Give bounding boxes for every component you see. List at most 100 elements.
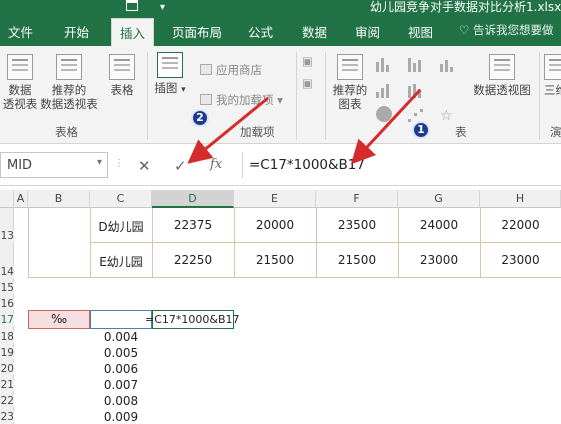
- illustrations-button[interactable]: 插图 ▾: [153, 52, 187, 97]
- column-chart-icon[interactable]: [376, 58, 394, 72]
- c-value-cell[interactable]: 0.005: [90, 346, 152, 360]
- value-cell[interactable]: 23000: [398, 253, 480, 267]
- more-options-icon[interactable]: ⋮: [114, 158, 124, 169]
- window-title: 幼儿园竞争对手数据对比分析1.xlsx: [370, 0, 561, 14]
- col-header-a[interactable]: A: [14, 190, 28, 208]
- cell-b17[interactable]: ‰: [28, 310, 90, 329]
- row-header-13[interactable]: 13: [0, 230, 14, 242]
- statistic-chart-icon[interactable]: [408, 84, 426, 98]
- cell-edit-d17[interactable]: =C17*1000&B17: [145, 310, 240, 329]
- combo-chart-icon[interactable]: ☆: [440, 108, 458, 124]
- row-header-21[interactable]: 21: [0, 379, 14, 391]
- row-header-15[interactable]: 15: [0, 282, 14, 294]
- save-icon[interactable]: [126, 0, 138, 11]
- ribbon-body: 数据 透视表 推荐的 数据透视表 表格 表格 插图 ▾ 应用商店 我的加载项 ▾…: [0, 46, 561, 144]
- group-tours-label: 演: [550, 125, 561, 139]
- value-cell[interactable]: 21500: [316, 253, 398, 267]
- group-divider: [296, 52, 297, 140]
- title-bar: ▾ 幼儿园竞争对手数据对比分析1.xlsx: [0, 0, 561, 14]
- col-header-d[interactable]: D: [152, 190, 234, 208]
- value-cell[interactable]: 22375: [152, 218, 234, 232]
- col-header-e[interactable]: E: [234, 190, 316, 208]
- pivot-chart-icon: [489, 54, 515, 80]
- value-cell[interactable]: 21500: [234, 253, 316, 267]
- insert-function-icon[interactable]: fx: [210, 157, 222, 172]
- pie-chart-icon[interactable]: [376, 106, 392, 122]
- value-cell[interactable]: 22250: [152, 253, 234, 267]
- col-header-f[interactable]: F: [316, 190, 398, 208]
- row-name-cell[interactable]: E幼儿园: [90, 253, 152, 270]
- app-store-button[interactable]: 应用商店: [200, 62, 262, 78]
- value-cell[interactable]: 23000: [480, 253, 561, 267]
- row-header-17[interactable]: 17: [0, 314, 14, 326]
- my-addins-button[interactable]: 我的加载项 ▾: [200, 92, 283, 108]
- customize-toolbar-icon[interactable]: ▾: [160, 2, 165, 13]
- row-header-22[interactable]: 22: [0, 395, 14, 407]
- tell-me-search[interactable]: ♡ 告诉我您想要做: [459, 22, 553, 38]
- cell-c17[interactable]: [90, 310, 152, 329]
- value-cell[interactable]: 22000: [480, 218, 561, 232]
- 3d-map-icon: [544, 54, 561, 80]
- value-cell[interactable]: 24000: [398, 218, 480, 232]
- addins-icon: [200, 94, 212, 105]
- row-header-19[interactable]: 19: [0, 347, 14, 359]
- c-value-cell[interactable]: 0.008: [90, 394, 152, 408]
- tab-file[interactable]: 文件: [8, 22, 33, 41]
- bing-maps-icon[interactable]: ▣: [302, 54, 313, 68]
- c-value-cell[interactable]: 0.006: [90, 362, 152, 376]
- col-header-c[interactable]: C: [90, 190, 152, 208]
- group-tables-label: 表格: [55, 125, 78, 139]
- hierarchy-chart-icon[interactable]: [408, 58, 426, 72]
- line-chart-icon[interactable]: [376, 84, 394, 98]
- row-header-23[interactable]: 23: [0, 411, 14, 423]
- step-marker-1: 1: [412, 121, 430, 139]
- pivot-chart-button[interactable]: 数据透视图: [470, 54, 534, 97]
- recommended-pivot-button[interactable]: 推荐的 数据透视表: [38, 54, 100, 111]
- table-border: [28, 208, 29, 278]
- row-header-14[interactable]: 14: [0, 266, 14, 278]
- col-header-b[interactable]: B: [28, 190, 90, 208]
- cancel-icon[interactable]: ✕: [138, 157, 151, 175]
- group-divider: [325, 52, 326, 140]
- pivot-table-button[interactable]: 数据 透视表: [2, 54, 38, 111]
- chevron-down-icon[interactable]: ▾: [97, 157, 102, 168]
- group-divider: [539, 52, 540, 140]
- store-icon: [200, 64, 212, 75]
- tab-insert[interactable]: 插入: [111, 18, 155, 46]
- value-cell[interactable]: 20000: [234, 218, 316, 232]
- tab-page-layout[interactable]: 页面布局: [172, 22, 222, 41]
- group-addins-label: 加载项: [240, 125, 275, 139]
- 3d-map-button[interactable]: 三维: [544, 54, 561, 97]
- row-header-18[interactable]: 18: [0, 331, 14, 343]
- value-cell[interactable]: 23500: [316, 218, 398, 232]
- formula-input[interactable]: =C17*1000&B17: [242, 152, 561, 178]
- table-icon: [109, 54, 135, 80]
- recommended-pivot-icon: [56, 54, 82, 80]
- tab-view[interactable]: 视图: [408, 22, 433, 41]
- c-value-cell[interactable]: 0.009: [90, 410, 152, 424]
- recommended-charts-button[interactable]: 推荐的 图表: [330, 54, 370, 111]
- row-header-16[interactable]: 16: [0, 298, 14, 310]
- select-all-corner[interactable]: [0, 190, 14, 208]
- col-header-h[interactable]: H: [480, 190, 561, 208]
- lightbulb-icon: ♡: [459, 23, 473, 37]
- tab-formulas[interactable]: 公式: [248, 22, 273, 41]
- group-divider: [147, 52, 148, 140]
- people-graph-icon[interactable]: ▣: [302, 76, 313, 90]
- name-box[interactable]: MID ▾: [0, 152, 108, 178]
- recommended-charts-icon: [337, 54, 363, 80]
- col-header-g[interactable]: G: [398, 190, 480, 208]
- row-header-20[interactable]: 20: [0, 363, 14, 375]
- tab-home[interactable]: 开始: [64, 22, 89, 41]
- waterfall-chart-icon[interactable]: [440, 58, 458, 72]
- tab-data[interactable]: 数据: [302, 22, 327, 41]
- chevron-down-icon: ▾: [181, 85, 186, 95]
- enter-icon[interactable]: ✓: [174, 157, 187, 175]
- table-button[interactable]: 表格: [104, 54, 140, 97]
- group-charts-label: 表: [455, 125, 467, 139]
- c-value-cell[interactable]: 0.007: [90, 378, 152, 392]
- tab-review[interactable]: 审阅: [355, 22, 380, 41]
- row-name-cell[interactable]: D幼儿园: [90, 218, 152, 235]
- c-value-cell[interactable]: 0.004: [90, 330, 152, 344]
- scatter-chart-icon[interactable]: [408, 108, 426, 122]
